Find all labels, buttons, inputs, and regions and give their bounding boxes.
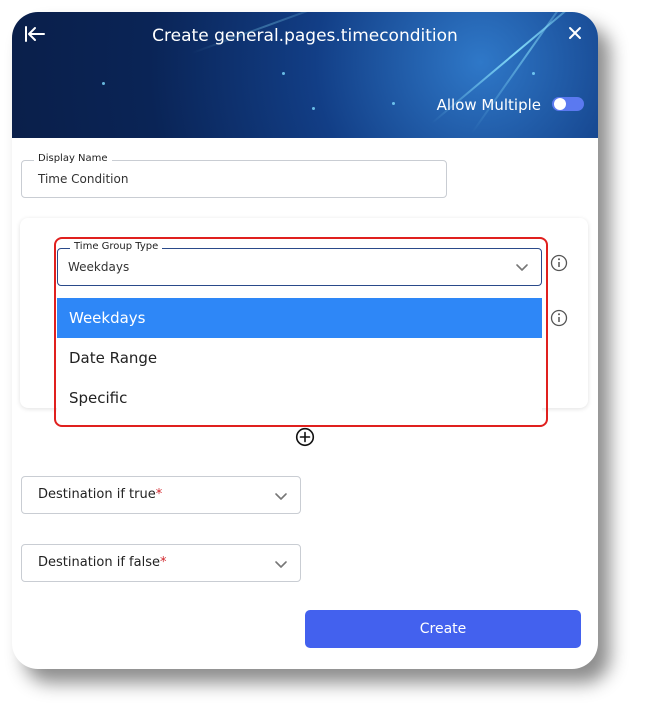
allow-multiple-label: Allow Multiple <box>436 96 541 114</box>
chevron-down-icon <box>516 264 528 271</box>
destination-false-text: Destination if false <box>38 555 160 570</box>
destination-false-select[interactable]: Destination if false* <box>21 544 301 582</box>
option-label: Weekdays <box>69 309 146 327</box>
time-group-type-legend: Time Group Type <box>70 241 163 252</box>
modal-title: Create general.pages.timecondition <box>152 26 458 46</box>
required-mark: * <box>159 555 167 570</box>
display-name-legend: Display Name <box>34 153 112 164</box>
allow-multiple-toggle[interactable] <box>552 97 584 111</box>
destination-true-text: Destination if true <box>38 487 156 502</box>
option-label: Specific <box>69 389 128 407</box>
time-group-type-select[interactable]: Time Group Type Weekdays <box>57 241 542 286</box>
add-circle-icon[interactable] <box>295 427 315 447</box>
display-name-value: Time Condition <box>38 172 129 186</box>
time-group-dropdown: Weekdays Date Range Specific <box>57 297 542 419</box>
required-mark: * <box>155 487 163 502</box>
option-weekdays[interactable]: Weekdays <box>57 298 542 338</box>
option-specific[interactable]: Specific <box>57 378 542 418</box>
info-icon[interactable] <box>550 254 568 272</box>
display-name-field[interactable]: Display Name Time Condition <box>21 153 447 198</box>
close-icon[interactable] <box>566 24 584 42</box>
create-time-condition-modal: Create general.pages.timecondition Allow… <box>12 12 598 669</box>
info-icon[interactable] <box>550 309 568 327</box>
destination-false-label: Destination if false* <box>38 555 166 570</box>
chevron-down-icon <box>275 493 287 500</box>
destination-true-select[interactable]: Destination if true* <box>21 476 301 514</box>
toggle-knob <box>554 98 566 110</box>
option-date-range[interactable]: Date Range <box>57 338 542 378</box>
time-group-type-value: Weekdays <box>68 260 130 274</box>
option-label: Date Range <box>69 349 158 367</box>
modal-header: Create general.pages.timecondition Allow… <box>12 12 598 138</box>
chevron-down-icon <box>275 561 287 568</box>
destination-true-label: Destination if true* <box>38 487 162 502</box>
create-button[interactable]: Create <box>305 610 581 648</box>
